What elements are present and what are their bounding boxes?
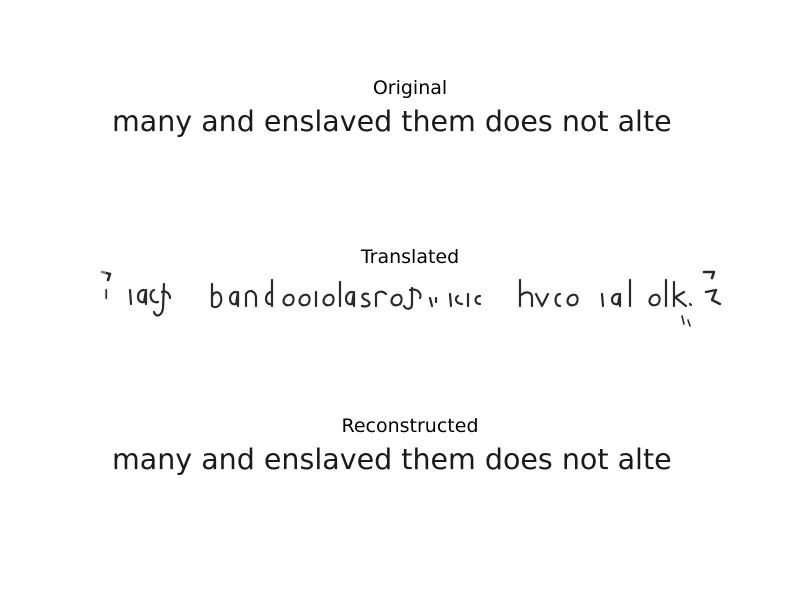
handwriting-strokes — [100, 268, 722, 330]
translated-handwriting-image — [100, 268, 722, 330]
reconstructed-text-image: many and enslaved them does not alte — [112, 443, 672, 476]
original-text-image: many and enslaved them does not alte — [112, 105, 672, 138]
original-title: Original — [372, 77, 448, 99]
translated-title: Translated — [360, 246, 460, 268]
reconstructed-title: Reconstructed — [341, 415, 479, 437]
